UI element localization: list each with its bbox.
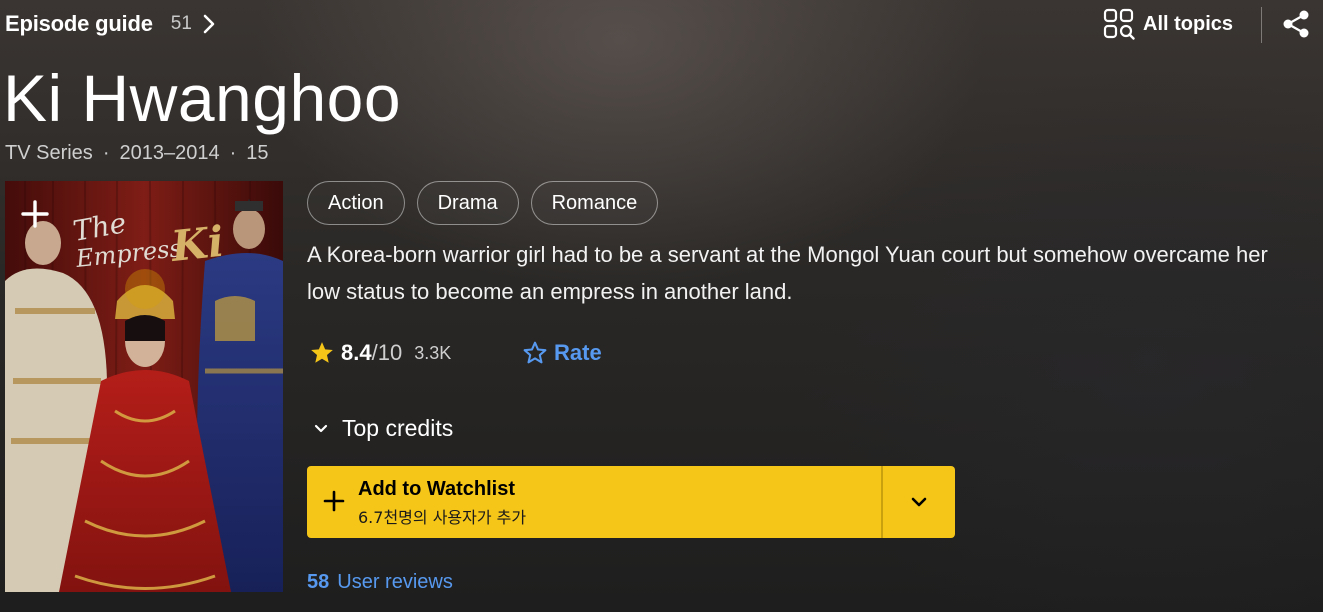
- rating-out-of: /10: [371, 340, 403, 365]
- add-to-watchlist-icon[interactable]: [20, 199, 50, 229]
- release-years-link[interactable]: 2013–2014: [119, 142, 219, 165]
- top-bar: Episode guide 51 All topics: [0, 0, 1323, 48]
- plot-summary: A Korea-born warrior girl had to be a se…: [307, 242, 1268, 304]
- meta-separator: ·: [229, 142, 237, 164]
- star-outline-icon: [523, 341, 547, 364]
- watchlist-label: Add to Watchlist: [358, 478, 516, 500]
- genre-chip-action[interactable]: Action: [307, 181, 405, 225]
- all-topics-label: All topics: [1143, 12, 1234, 35]
- poster-image[interactable]: The Empress Ki: [5, 181, 283, 592]
- watchlist-subtext: 6.7천명의 사용자가 추가: [358, 508, 527, 527]
- meta-separator: ·: [102, 142, 110, 164]
- episode-guide-label: Episode guide: [5, 11, 153, 36]
- add-to-watchlist-button[interactable]: Add to Watchlist 6.7천명의 사용자가 추가: [307, 466, 881, 538]
- genre-chip-drama[interactable]: Drama: [416, 181, 519, 225]
- user-reviews-count: 58: [307, 571, 330, 593]
- chevron-down-icon: [911, 497, 927, 507]
- top-credits-toggle[interactable]: Top credits: [314, 415, 453, 442]
- top-credits-label: Top credits: [342, 415, 454, 441]
- user-reviews-label: User reviews: [337, 571, 453, 593]
- star-icon: [311, 342, 333, 363]
- page-title: Ki Hwanghoo: [3, 61, 402, 135]
- rate-button[interactable]: Rate: [522, 340, 602, 366]
- user-reviews-link[interactable]: 58 User reviews: [307, 571, 453, 594]
- watchlist-dropdown-button[interactable]: [883, 466, 955, 538]
- genre-chip-romance[interactable]: Romance: [530, 181, 659, 225]
- genre-chips: Action Drama Romance: [307, 181, 659, 225]
- imdb-rating[interactable]: 8.4 /10 3.3K: [309, 340, 451, 366]
- title-hero: Episode guide 51 All topics Ki Hwanghoo …: [0, 0, 1323, 612]
- chevron-down-icon: [314, 424, 328, 432]
- rating-vote-count: 3.3K: [414, 342, 452, 363]
- title-type: TV Series: [5, 142, 93, 164]
- watchlist-button-group: Add to Watchlist 6.7천명의 사용자가 추가: [307, 466, 955, 538]
- poster-artwork: The Empress Ki: [5, 181, 283, 592]
- share-icon: [1283, 10, 1309, 38]
- topbar-divider: [1261, 7, 1262, 43]
- episode-count: 51: [170, 13, 192, 34]
- all-topics-button[interactable]: All topics: [1103, 8, 1233, 40]
- rate-label: Rate: [554, 340, 602, 365]
- content-rating-link[interactable]: 15: [246, 142, 268, 165]
- title-meta: TV Series · 2013–2014 · 15: [5, 142, 269, 165]
- chevron-right-icon: [203, 14, 215, 34]
- episode-guide-link[interactable]: Episode guide 51: [5, 11, 216, 37]
- plus-icon: [323, 490, 345, 512]
- all-topics-icon: [1103, 8, 1135, 40]
- share-button[interactable]: [1281, 9, 1311, 44]
- rating-score: 8.4: [341, 340, 372, 365]
